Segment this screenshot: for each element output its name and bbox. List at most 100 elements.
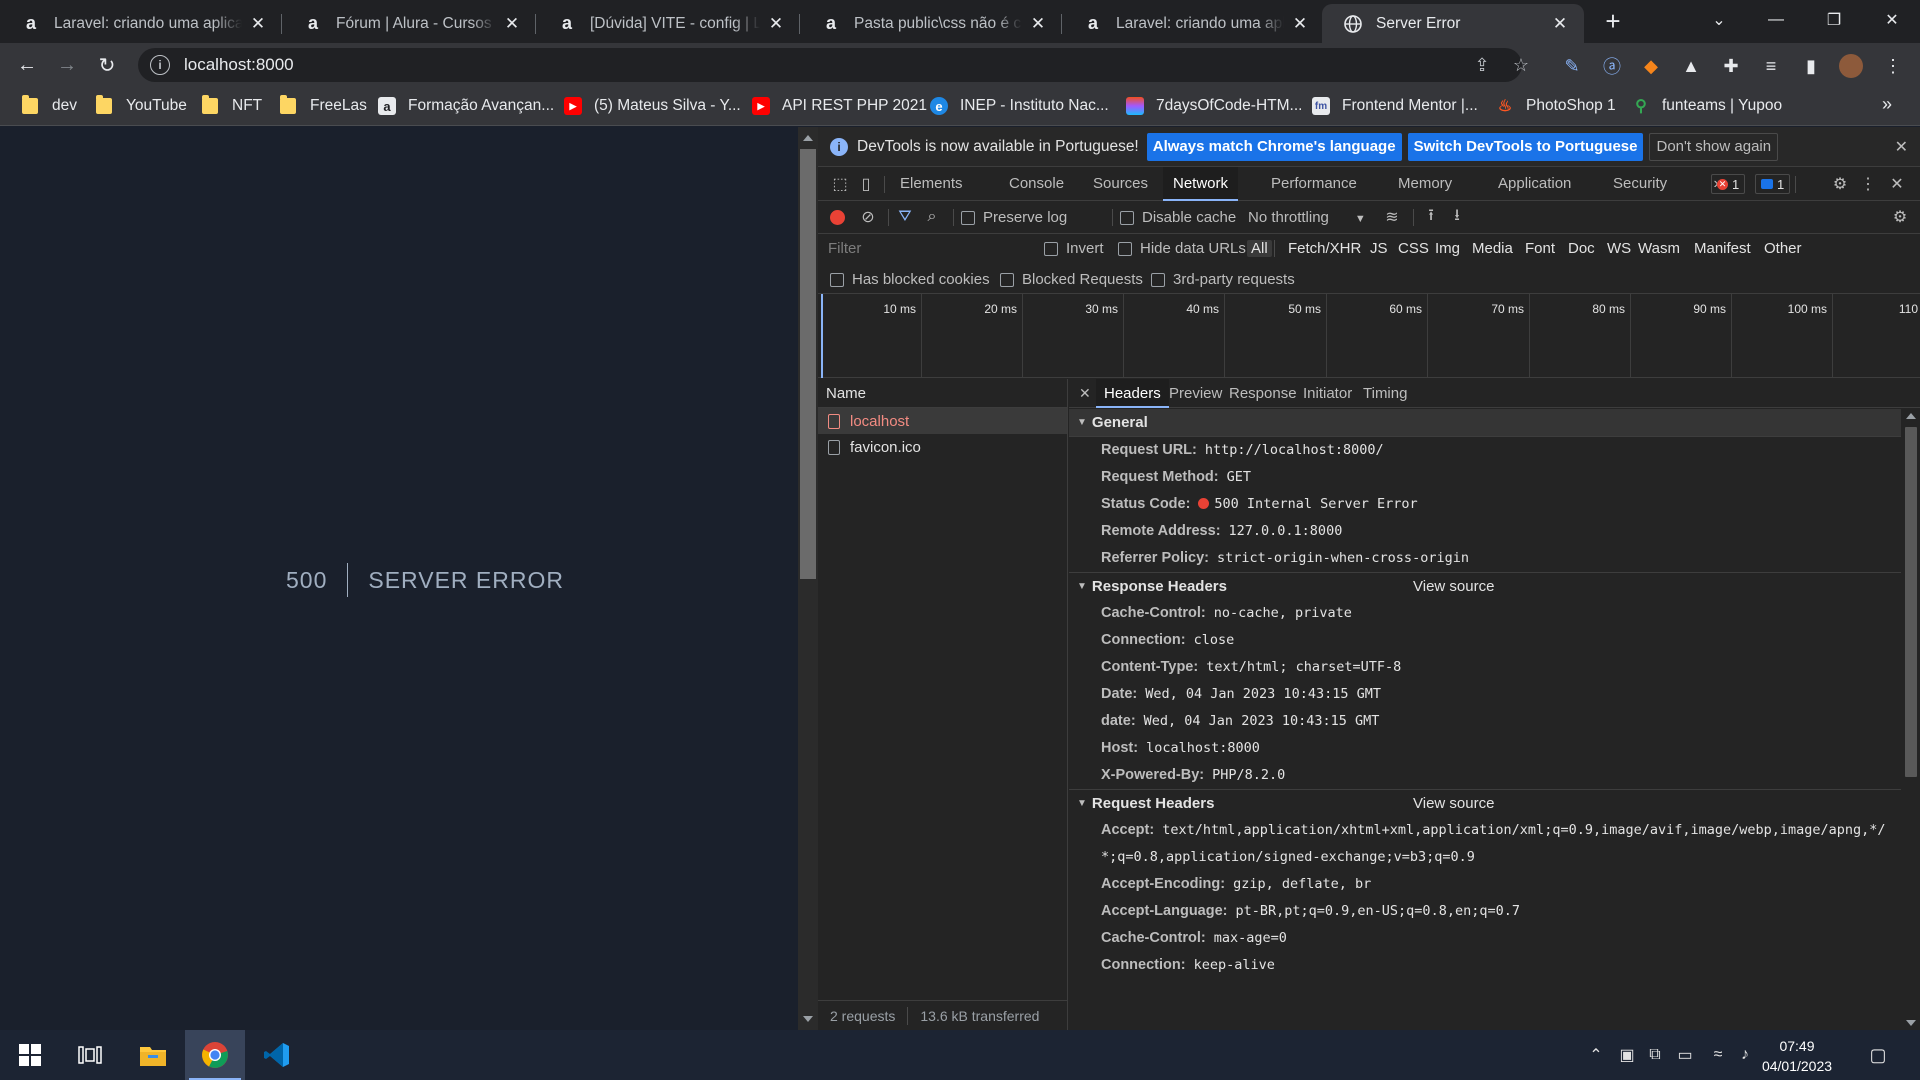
- close-detail-icon[interactable]: ✕: [1079, 385, 1091, 402]
- devtools-menu-icon[interactable]: ⋮: [1858, 174, 1878, 194]
- filter-input[interactable]: Filter: [828, 240, 861, 257]
- invert-checkbox[interactable]: Invert: [1044, 240, 1104, 257]
- filter-icon[interactable]: ⛛: [895, 207, 915, 227]
- address-bar[interactable]: i localhost:8000: [138, 48, 1522, 82]
- side-panel-icon[interactable]: ▮: [1798, 53, 1824, 79]
- tab-response[interactable]: Response: [1221, 379, 1305, 408]
- close-window-button[interactable]: ✕: [1863, 0, 1920, 40]
- vscode-icon[interactable]: [247, 1030, 307, 1080]
- tab-security[interactable]: Security: [1603, 167, 1677, 201]
- tab-sources[interactable]: Sources: [1083, 167, 1158, 201]
- device-toolbar-icon[interactable]: ▯: [856, 174, 876, 194]
- filter-type-font[interactable]: Font: [1525, 240, 1555, 257]
- wifi-icon[interactable]: ≈: [1706, 1044, 1730, 1066]
- bookmark-item[interactable]: YouTube: [96, 94, 187, 118]
- scrollbar-thumb[interactable]: [1905, 427, 1917, 777]
- avatar[interactable]: [1838, 53, 1864, 79]
- filter-type-manifest[interactable]: Manifest: [1694, 240, 1751, 257]
- bookmark-star-icon[interactable]: ☆: [1509, 53, 1533, 77]
- headers-scrollbar[interactable]: [1901, 409, 1920, 1030]
- error-count-badge[interactable]: ✕ 1: [1711, 174, 1746, 194]
- network-settings-icon[interactable]: ⚙: [1890, 207, 1910, 227]
- message-count-badge[interactable]: 1: [1755, 174, 1791, 194]
- menu-kebab-icon[interactable]: ⋮: [1880, 53, 1906, 79]
- meet-icon[interactable]: ▣: [1615, 1044, 1639, 1066]
- file-explorer-icon[interactable]: [123, 1030, 183, 1080]
- close-icon[interactable]: ✕: [1290, 14, 1310, 34]
- reading-list-icon[interactable]: ≡: [1758, 53, 1784, 79]
- notification-app-icon[interactable]: ⧉: [1643, 1044, 1667, 1066]
- close-devtools-icon[interactable]: ✕: [1887, 174, 1907, 194]
- back-icon[interactable]: ←: [11, 49, 43, 81]
- tab-initiator[interactable]: Initiator: [1295, 379, 1360, 408]
- tab-performance[interactable]: Performance: [1261, 167, 1367, 201]
- inspect-element-icon[interactable]: ⬚: [830, 174, 850, 194]
- browser-tab-active[interactable]: Server Error ✕: [1322, 4, 1584, 43]
- request-row-localhost[interactable]: localhost: [818, 408, 1067, 434]
- network-overview-timeline[interactable]: 10 ms 20 ms 30 ms 40 ms 50 ms 60 ms 70 m…: [818, 294, 1920, 378]
- triangle-extension-icon[interactable]: ▲: [1678, 53, 1704, 79]
- url-text[interactable]: localhost:8000: [184, 55, 294, 75]
- general-section-header[interactable]: ▼ General: [1069, 409, 1901, 437]
- browser-tab[interactable]: a [Dúvida] VITE - config | Laravel ✕: [536, 4, 800, 43]
- view-source-link[interactable]: View source: [1413, 578, 1494, 595]
- browser-tab[interactable]: a Laravel: criando uma aplicação ✕: [0, 4, 282, 43]
- record-icon[interactable]: [830, 210, 845, 225]
- bookmark-item[interactable]: ▶ API REST PHP 2021: [752, 94, 927, 118]
- close-icon[interactable]: ✕: [1028, 14, 1048, 34]
- scrollbar-thumb[interactable]: [800, 149, 816, 579]
- close-icon[interactable]: ✕: [1550, 14, 1570, 34]
- preserve-log-checkbox[interactable]: Preserve log: [961, 209, 1067, 226]
- tab-console[interactable]: Console: [999, 167, 1074, 201]
- bookmark-item[interactable]: FreeLas: [280, 94, 367, 118]
- minimize-button[interactable]: —: [1747, 0, 1805, 40]
- third-party-checkbox[interactable]: 3rd-party requests: [1151, 271, 1295, 288]
- alura-extension-icon[interactable]: ⓐ: [1599, 53, 1625, 79]
- tab-search-icon[interactable]: ⌄: [1690, 0, 1748, 40]
- response-headers-section-header[interactable]: ▼ Response Headers View source: [1069, 572, 1901, 600]
- tab-timing[interactable]: Timing: [1355, 379, 1415, 408]
- bookmark-item[interactable]: a Formação Avançan...: [378, 94, 554, 118]
- task-view-icon[interactable]: [60, 1030, 120, 1080]
- import-har-icon[interactable]: ⭱: [1421, 207, 1441, 227]
- tab-headers[interactable]: Headers: [1096, 379, 1169, 408]
- bookmark-item[interactable]: ⚲ funteams | Yupoo: [1632, 94, 1782, 118]
- bookmark-item[interactable]: dev: [22, 94, 77, 118]
- close-icon[interactable]: ✕: [502, 14, 522, 34]
- hide-data-urls-checkbox[interactable]: Hide data URLs: [1118, 240, 1246, 257]
- name-column-header[interactable]: Name: [818, 379, 1067, 408]
- request-row-favicon[interactable]: favicon.ico: [818, 434, 1067, 460]
- filter-type-other[interactable]: Other: [1764, 240, 1802, 257]
- filter-type-wasm[interactable]: Wasm: [1638, 240, 1680, 257]
- filter-type-fetch[interactable]: Fetch/XHR: [1288, 240, 1361, 257]
- disable-cache-checkbox[interactable]: Disable cache: [1120, 209, 1236, 226]
- bookmark-item[interactable]: fm Frontend Mentor |...: [1312, 94, 1478, 118]
- export-har-icon[interactable]: ⭳: [1447, 207, 1467, 227]
- bookmark-item[interactable]: e INEP - Instituto Nac...: [930, 94, 1109, 118]
- tray-chevron-icon[interactable]: ⌃: [1584, 1044, 1608, 1066]
- browser-tab[interactable]: a Laravel: criando uma aplicação ✕: [1062, 4, 1324, 43]
- action-center-icon[interactable]: ▢: [1866, 1044, 1890, 1066]
- tab-elements[interactable]: Elements: [890, 167, 973, 201]
- extensions-puzzle-icon[interactable]: ✚: [1718, 53, 1744, 79]
- filter-type-all[interactable]: All: [1247, 240, 1272, 257]
- tab-preview[interactable]: Preview: [1161, 379, 1230, 408]
- browser-tab[interactable]: a Fórum | Alura - Cursos online ✕: [282, 4, 536, 43]
- chrome-icon[interactable]: [185, 1030, 245, 1080]
- close-icon[interactable]: ✕: [766, 14, 786, 34]
- bookmark-item[interactable]: ♨ PhotoShop 1: [1496, 94, 1616, 118]
- filter-type-doc[interactable]: Doc: [1568, 240, 1595, 257]
- switch-language-button[interactable]: Switch DevTools to Portuguese: [1407, 132, 1644, 161]
- request-headers-section-header[interactable]: ▼ Request Headers View source: [1069, 789, 1901, 817]
- bookmark-item[interactable]: ▶ (5) Mateus Silva - Y...: [564, 94, 741, 118]
- volume-icon[interactable]: ♪: [1733, 1044, 1757, 1066]
- start-windows-icon[interactable]: [0, 1030, 60, 1080]
- dont-show-again-button[interactable]: Don't show again: [1649, 132, 1779, 161]
- close-icon[interactable]: ✕: [248, 14, 268, 34]
- blocked-requests-checkbox[interactable]: Blocked Requests: [1000, 271, 1143, 288]
- throttling-select[interactable]: No throttling ▼: [1248, 209, 1366, 226]
- network-conditions-icon[interactable]: ≋: [1382, 207, 1402, 227]
- page-scrollbar[interactable]: [798, 127, 818, 1030]
- bookmark-item[interactable]: NFT: [202, 94, 262, 118]
- filter-type-img[interactable]: Img: [1435, 240, 1460, 257]
